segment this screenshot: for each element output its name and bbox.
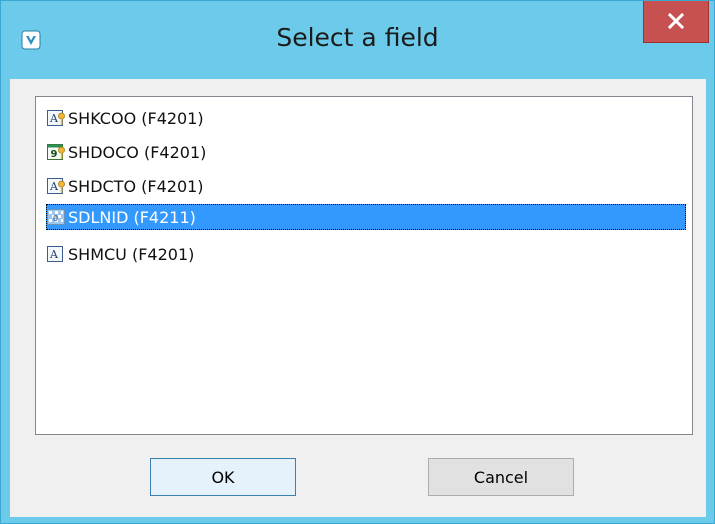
- svg-text:A: A: [49, 180, 59, 193]
- decimal-field-icon: 0: [47, 208, 66, 227]
- dialog-window: Select a field A SHKCOO (F4201) 9 SHDOCO…: [0, 0, 715, 524]
- svg-text:9: 9: [51, 149, 58, 160]
- ok-button[interactable]: OK: [150, 458, 296, 496]
- string-field-icon: A: [47, 245, 66, 264]
- list-item-label: SHKCOO (F4201): [68, 108, 204, 128]
- string-key-field-icon: A: [47, 177, 66, 196]
- list-item-sdlnid[interactable]: 0 SDLNID (F4211): [46, 204, 686, 230]
- dialog-client-area: A SHKCOO (F4201) 9 SHDOCO (F4201) A SHDC…: [10, 79, 706, 517]
- list-item-label: SHDOCO (F4201): [68, 142, 207, 162]
- list-item-label: SHMCU (F4201): [68, 244, 195, 264]
- field-listbox[interactable]: A SHKCOO (F4201) 9 SHDOCO (F4201) A SHDC…: [35, 96, 693, 435]
- string-key-field-icon: A: [47, 109, 66, 128]
- svg-text:A: A: [49, 112, 59, 125]
- list-item-shdoco[interactable]: 9 SHDOCO (F4201): [47, 139, 206, 165]
- close-button[interactable]: [643, 1, 709, 43]
- list-item-label: SHDCTO (F4201): [68, 176, 204, 196]
- list-item-shkcoo[interactable]: A SHKCOO (F4201): [47, 105, 204, 131]
- list-item-shdcto[interactable]: A SHDCTO (F4201): [47, 173, 204, 199]
- svg-text:0: 0: [53, 214, 58, 223]
- cancel-button[interactable]: Cancel: [428, 458, 574, 496]
- title-bar[interactable]: Select a field: [1, 1, 714, 78]
- list-item-shmcu[interactable]: A SHMCU (F4201): [47, 241, 194, 267]
- close-icon: [668, 13, 684, 29]
- numeric-key-field-icon: 9: [47, 143, 66, 162]
- list-item-label: SDLNID (F4211): [68, 207, 196, 227]
- svg-text:A: A: [49, 248, 59, 261]
- dialog-title: Select a field: [276, 23, 439, 52]
